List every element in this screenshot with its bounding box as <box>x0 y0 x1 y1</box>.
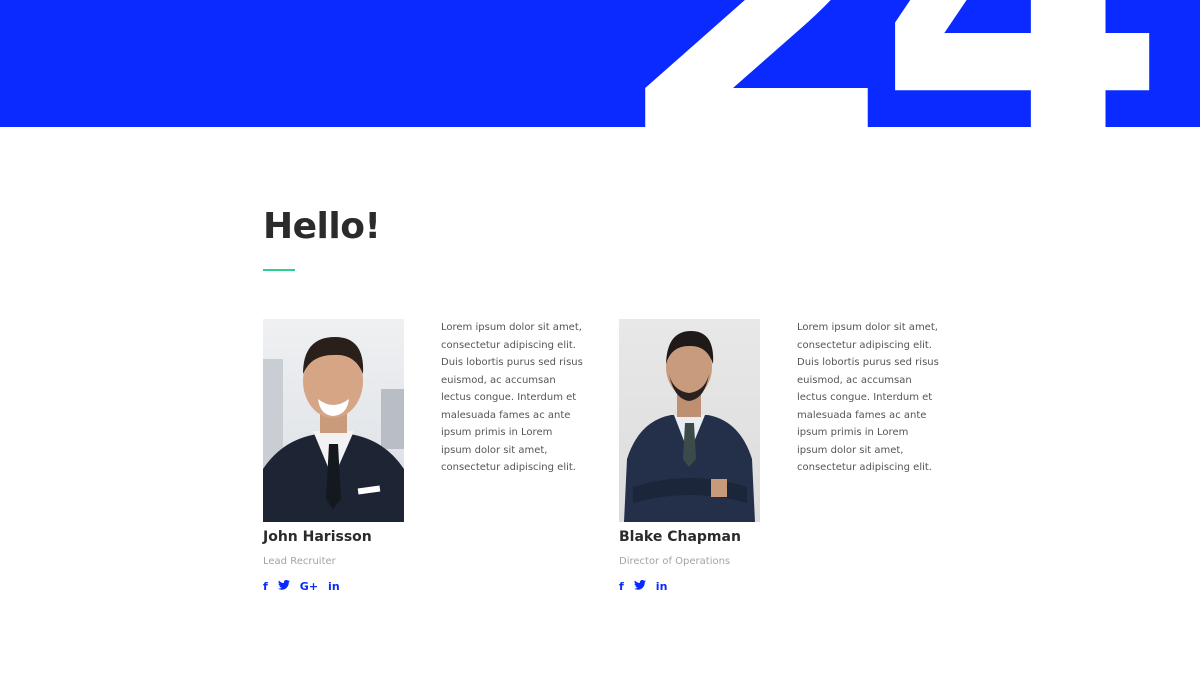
member-photo <box>263 319 404 522</box>
member-bio: Lorem ipsum dolor sit amet, consectetur … <box>441 322 583 473</box>
hero-banner: 24 <box>0 0 1200 127</box>
hero-number: 24 <box>612 0 1169 127</box>
member-photo <box>619 319 760 522</box>
twitter-icon[interactable] <box>277 579 290 593</box>
linkedin-icon[interactable]: in <box>656 580 668 593</box>
member-role: Lead Recruiter <box>263 556 336 567</box>
google-plus-icon[interactable]: G+ <box>300 580 318 593</box>
facebook-icon[interactable]: f <box>263 580 268 593</box>
facebook-icon[interactable]: f <box>619 580 624 593</box>
heading-divider <box>263 269 295 271</box>
member-role: Director of Operations <box>619 556 731 567</box>
linkedin-icon[interactable]: in <box>328 580 340 593</box>
hero-text-fragment <box>392 0 542 2</box>
section-heading: Hello! <box>263 206 381 247</box>
member-name: John Harisson <box>263 529 372 545</box>
member-name: Blake Chapman <box>619 529 741 545</box>
social-links: f in <box>619 579 668 593</box>
twitter-icon[interactable] <box>633 579 646 593</box>
member-bio: Lorem ipsum dolor sit amet, consectetur … <box>797 322 939 473</box>
social-links: f G+ in <box>263 579 340 593</box>
